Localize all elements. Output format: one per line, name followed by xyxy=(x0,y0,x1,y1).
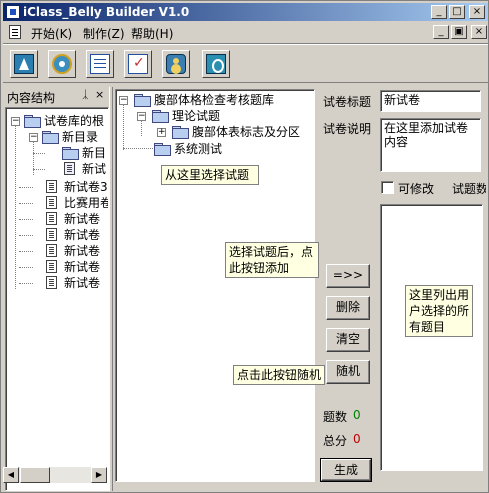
document-icon xyxy=(9,25,21,39)
folder-icon xyxy=(152,110,169,123)
menu-start[interactable]: 开始(K) xyxy=(31,25,72,42)
total-score-label: 总分 xyxy=(323,434,348,448)
tree-item-label: 新目录 xyxy=(62,130,99,144)
tree-item-label: 新试 xyxy=(82,162,107,176)
toolbar-up-button[interactable] xyxy=(10,50,38,78)
add-button-tip: 选择试题后，点此按钮添加 xyxy=(225,242,319,278)
question-count-header: 试题数 xyxy=(452,182,486,196)
paper-icon xyxy=(46,228,57,241)
child-restore-button[interactable]: ▣ xyxy=(451,25,467,39)
scroll-right-icon[interactable]: ▶ xyxy=(91,467,107,483)
toolbar-people-button[interactable] xyxy=(162,50,190,78)
content-structure-panel: 内容结构 ᛣ × − 试卷库的根 − 新目录 新目 新试 新试卷3 比赛用卷 新… xyxy=(3,87,109,491)
pin-icon[interactable]: ᛣ xyxy=(82,88,89,101)
tree-item-label: 新试卷 xyxy=(64,260,101,274)
paper-icon xyxy=(46,260,57,273)
maximize-button[interactable]: □ xyxy=(449,5,465,19)
tree-item-label: 新试卷 xyxy=(64,228,101,242)
panel-title: 内容结构 xyxy=(7,91,56,105)
scroll-left-icon[interactable]: ◀ xyxy=(3,467,19,483)
question-tree-label: 理论试题 xyxy=(172,109,221,123)
paper-title-label: 试卷标题 xyxy=(323,95,372,109)
paper-edit-icon xyxy=(64,162,75,175)
collapse-icon[interactable]: − xyxy=(119,96,128,105)
app-icon xyxy=(6,5,20,19)
paper-desc-label: 试卷说明 xyxy=(323,122,372,136)
title-bar[interactable]: iClass_Belly Builder V1.0 xyxy=(3,3,488,21)
toolbar-checklist-button[interactable] xyxy=(124,50,152,78)
editable-label: 可修改 xyxy=(398,182,435,196)
question-tree-label: 系统测试 xyxy=(174,142,223,156)
question-count-value: 0 xyxy=(353,408,361,422)
question-tree-label: 腹部体表标志及分区 xyxy=(192,125,301,139)
selected-list-tip: 这里列出用户选择的所有题目 xyxy=(405,285,473,337)
panel-splitter[interactable] xyxy=(109,87,113,491)
checklist-icon xyxy=(128,54,148,74)
scroll-thumb[interactable] xyxy=(20,467,50,483)
tree-item-label: 新试卷 xyxy=(64,276,101,290)
toolbar-list-button[interactable] xyxy=(86,50,114,78)
power-icon xyxy=(206,54,226,74)
close-button[interactable]: × xyxy=(469,5,485,19)
toolbar-power-button[interactable] xyxy=(202,50,230,78)
folder-icon xyxy=(24,115,41,128)
menu-help[interactable]: 帮助(H) xyxy=(131,25,173,42)
horizontal-scrollbar[interactable]: ◀ ▶ xyxy=(3,467,107,483)
random-button[interactable]: 随机 xyxy=(326,360,370,384)
folder-icon xyxy=(172,126,189,139)
panel-header: 内容结构 ᛣ × xyxy=(3,87,109,105)
question-tree-label: 腹部体格检查考核题库 xyxy=(154,93,275,107)
folder-icon xyxy=(154,143,171,156)
main-window: iClass_Belly Builder V1.0 _ □ × 开始(K) 制作… xyxy=(0,0,489,493)
question-count-label: 题数 xyxy=(323,410,348,424)
paper-title-input[interactable]: 新试卷 xyxy=(380,90,481,112)
tree-item-label: 新试卷 xyxy=(64,212,101,226)
content-tree[interactable]: − 试卷库的根 − 新目录 新目 新试 新试卷3 比赛用卷 新试卷 新试卷 新试… xyxy=(5,107,109,491)
paper-icon xyxy=(46,276,57,289)
up-icon xyxy=(14,54,34,74)
folder-icon xyxy=(42,131,59,144)
tree-item-label: 试卷库的根 xyxy=(44,114,105,128)
question-bank-tree[interactable]: − 腹部体格检查考核题库 − 理论试题 + 腹部体表标志及分区 系统测试 xyxy=(115,89,315,482)
tree-item-label: 比赛用卷 xyxy=(64,196,109,210)
paper-icon xyxy=(46,180,57,193)
delete-button[interactable]: 删除 xyxy=(326,296,370,320)
minimize-button[interactable]: _ xyxy=(431,5,447,19)
paper-icon xyxy=(46,196,57,209)
toolbar xyxy=(3,45,488,83)
gear-icon xyxy=(52,54,72,74)
child-minimize-button[interactable]: _ xyxy=(433,25,449,39)
window-title: iClass_Belly Builder V1.0 xyxy=(23,5,190,19)
folder-icon xyxy=(134,94,151,107)
collapse-icon[interactable]: − xyxy=(137,112,146,121)
people-icon xyxy=(166,54,186,74)
folder-icon xyxy=(62,147,79,160)
panel-close-icon[interactable]: × xyxy=(95,88,104,101)
collapse-icon[interactable]: − xyxy=(11,117,20,126)
collapse-icon[interactable]: − xyxy=(29,133,38,142)
child-close-button[interactable]: × xyxy=(471,25,487,39)
expand-icon[interactable]: + xyxy=(157,128,166,137)
editable-checkbox[interactable] xyxy=(381,181,394,194)
tree-item-label: 新试卷 xyxy=(64,244,101,258)
list-icon xyxy=(90,54,110,74)
menu-make[interactable]: 制作(Z) xyxy=(83,25,125,42)
selected-questions-list[interactable] xyxy=(380,204,483,471)
paper-icon xyxy=(46,244,57,257)
paper-icon xyxy=(46,212,57,225)
toolbar-gear-button[interactable] xyxy=(48,50,76,78)
paper-desc-textarea[interactable]: 在这里添加试卷内容 xyxy=(380,118,481,172)
menu-bar: 开始(K) 制作(Z) 帮助(H) xyxy=(3,22,488,42)
generate-button[interactable]: 生成 xyxy=(320,458,372,482)
add-question-button[interactable]: =>> xyxy=(326,264,370,288)
clear-button[interactable]: 清空 xyxy=(326,328,370,352)
random-button-tip: 点击此按钮随机 xyxy=(233,365,325,385)
tree-item-label: 新目 xyxy=(82,146,107,160)
total-score-value: 0 xyxy=(353,432,361,446)
select-question-tip: 从这里选择试题 xyxy=(161,165,259,185)
tree-item-label: 新试卷3 xyxy=(64,180,108,194)
